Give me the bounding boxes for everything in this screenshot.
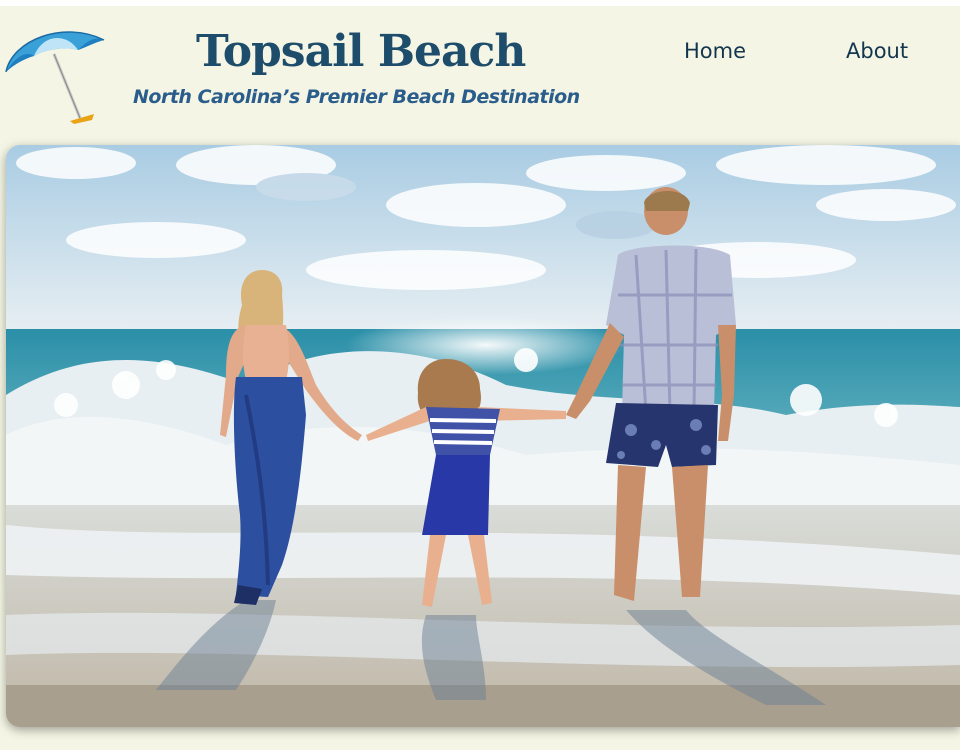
site-tagline: North Carolina’s Premier Beach Destinati… <box>133 86 580 108</box>
page: Topsail Beach North Carolina’s Premier B… <box>0 0 960 750</box>
site-title[interactable]: Topsail Beach <box>196 26 526 77</box>
hero-image <box>6 145 960 727</box>
nav-home-link[interactable]: Home <box>684 39 746 63</box>
site-header: Topsail Beach North Carolina’s Premier B… <box>0 6 960 140</box>
beach-umbrella-icon[interactable] <box>4 20 108 124</box>
nav-about-link[interactable]: About <box>846 39 908 63</box>
family-beach-photo <box>6 145 960 727</box>
